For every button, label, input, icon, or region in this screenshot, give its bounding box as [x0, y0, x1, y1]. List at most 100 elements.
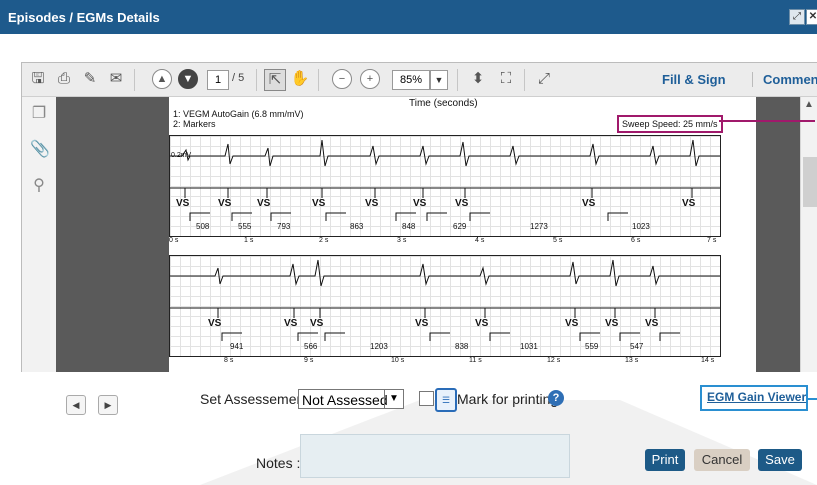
email-icon[interactable]: ✉: [106, 69, 126, 89]
time-tick: 3 s: [397, 237, 407, 244]
marker-vs: VS: [682, 198, 696, 209]
time-tick: 7 s: [707, 237, 717, 244]
interval-value: 566: [304, 342, 318, 351]
zoom-input[interactable]: 85%: [392, 70, 430, 90]
toolbar-divider: [134, 69, 135, 91]
close-icon[interactable]: ✕: [806, 9, 817, 25]
fullscreen-icon[interactable]: ⤢: [534, 69, 554, 89]
interval-value: 1023: [632, 222, 650, 231]
assessment-value: Not Assessed: [302, 392, 388, 408]
time-tick: 0 s: [169, 237, 179, 244]
help-icon[interactable]: ?: [548, 390, 564, 406]
time-tick: 13 s: [625, 357, 639, 364]
previous-episode-button[interactable]: ◀: [66, 395, 86, 415]
marker-vs: VS: [365, 198, 379, 209]
zoom-in-icon[interactable]: +: [360, 69, 380, 89]
cancel-button[interactable]: Cancel: [694, 449, 750, 471]
vertical-scrollbar[interactable]: ▲: [800, 97, 817, 372]
marker-vs: VS: [415, 318, 429, 329]
egm-strip-2: VS VS VS VS VS VS VS VS 941 566 1203 838…: [169, 255, 721, 357]
toolbar-divider: [457, 69, 458, 91]
print-list-icon: ☰: [435, 388, 457, 412]
time-tick: 11 s: [469, 357, 482, 364]
fit-height-icon[interactable]: ⬍: [468, 69, 488, 89]
binoculars-icon[interactable]: ⚲: [30, 177, 48, 195]
print-button[interactable]: Print: [645, 449, 685, 471]
interval-value: 1203: [370, 342, 388, 351]
toolbar-divider: [256, 69, 257, 91]
time-tick: 4 s: [475, 237, 485, 244]
attachment-icon[interactable]: 📎: [30, 141, 50, 159]
interval-value: 863: [350, 222, 364, 231]
interval-value: 508: [196, 222, 210, 231]
pages-icon[interactable]: ❐: [30, 105, 48, 123]
pdf-side-panel: ❐ 📎 ⚲: [22, 97, 56, 372]
egm-trace-2: [170, 259, 720, 341]
assessment-select[interactable]: Not Assessed ▼: [298, 389, 404, 409]
time-tick: 2 s: [319, 237, 329, 244]
time-tick: 1 s: [244, 237, 254, 244]
save-button[interactable]: Save: [758, 449, 802, 471]
zoom-dropdown-icon[interactable]: ▼: [430, 70, 448, 90]
print-icon[interactable]: ⎙: [54, 69, 74, 89]
marker-vs: VS: [284, 318, 298, 329]
time-tick: 8 s: [224, 357, 234, 364]
interval-value: 1031: [520, 342, 538, 351]
next-episode-button[interactable]: ▶: [98, 395, 118, 415]
page-down-icon[interactable]: ▼: [178, 69, 198, 89]
notes-label: Notes :: [256, 455, 301, 471]
gain-viewer-callout-line: [808, 398, 817, 400]
time-tick: 14 s: [701, 357, 715, 364]
time-tick: 9 s: [304, 357, 314, 364]
page-gutter-left: [56, 97, 169, 372]
pdf-viewer: 🖫 ⎙ ✎ ✉ ▲ ▼ 1 / 5 ⇱ ✋ − + 85% ▼ ⬍ ⛶ ⤢ Fi…: [21, 62, 817, 373]
scroll-up-icon[interactable]: ▲: [804, 99, 814, 110]
scroll-thumb[interactable]: [803, 157, 817, 207]
egm-page: Time (seconds) 1: VEGM AutoGain (6.8 mm/…: [169, 97, 756, 372]
edit-icon[interactable]: ✎: [80, 69, 100, 89]
expand-icon[interactable]: ⤢: [789, 9, 805, 25]
egm-gain-viewer-link[interactable]: EGM Gain Viewer: [707, 390, 806, 404]
comment-button[interactable]: Comment: [752, 72, 817, 87]
legend-line-2: 2: Markers: [173, 119, 216, 129]
interval-value: 793: [277, 222, 291, 231]
marker-vs: VS: [413, 198, 427, 209]
marker-vs: VS: [312, 198, 326, 209]
page-up-icon[interactable]: ▲: [152, 69, 172, 89]
title-bar: Episodes / EGMs Details ⤢ ✕: [0, 0, 817, 34]
chevron-down-icon[interactable]: ▼: [384, 390, 403, 408]
select-tool-icon[interactable]: ⇱: [264, 69, 286, 91]
zoom-out-icon[interactable]: −: [332, 69, 352, 89]
sweep-speed-label: Sweep Speed: 25 mm/s: [617, 115, 723, 133]
marker-vs: VS: [176, 198, 190, 209]
marker-vs: VS: [208, 318, 222, 329]
interval-value: 559: [585, 342, 599, 351]
egm-trace-1: [170, 139, 720, 221]
time-tick: 12 s: [547, 357, 561, 364]
page-gutter-right: [756, 97, 800, 372]
mark-printing-label: Mark for printing: [457, 391, 559, 407]
marker-vs: VS: [257, 198, 271, 209]
page-total: / 5: [232, 72, 245, 84]
marker-vs: VS: [218, 198, 232, 209]
egm-strip-1: 0.2mV VS VS VS VS VS VS VS VS VS 508 555…: [169, 135, 721, 237]
fit-page-icon[interactable]: ⛶: [496, 69, 516, 89]
marker-vs: VS: [645, 318, 659, 329]
marker-vs: VS: [475, 318, 489, 329]
time-header: Time (seconds): [409, 98, 478, 109]
mark-printing-checkbox[interactable]: [419, 391, 434, 406]
fill-sign-button[interactable]: Fill & Sign: [662, 72, 726, 87]
interval-value: 629: [453, 222, 467, 231]
hand-tool-icon[interactable]: ✋: [290, 69, 310, 89]
marker-vs: VS: [565, 318, 579, 329]
interval-value: 941: [230, 342, 244, 351]
interval-value: 1273: [530, 222, 548, 231]
notes-field[interactable]: [300, 434, 570, 478]
time-tick: 6 s: [631, 237, 641, 244]
marker-vs: VS: [310, 318, 324, 329]
save-icon[interactable]: 🖫: [28, 69, 48, 89]
time-tick: 5 s: [553, 237, 563, 244]
sweep-speed-callout-line: [719, 120, 815, 122]
interval-value: 547: [630, 342, 644, 351]
page-number-input[interactable]: 1: [207, 70, 229, 90]
